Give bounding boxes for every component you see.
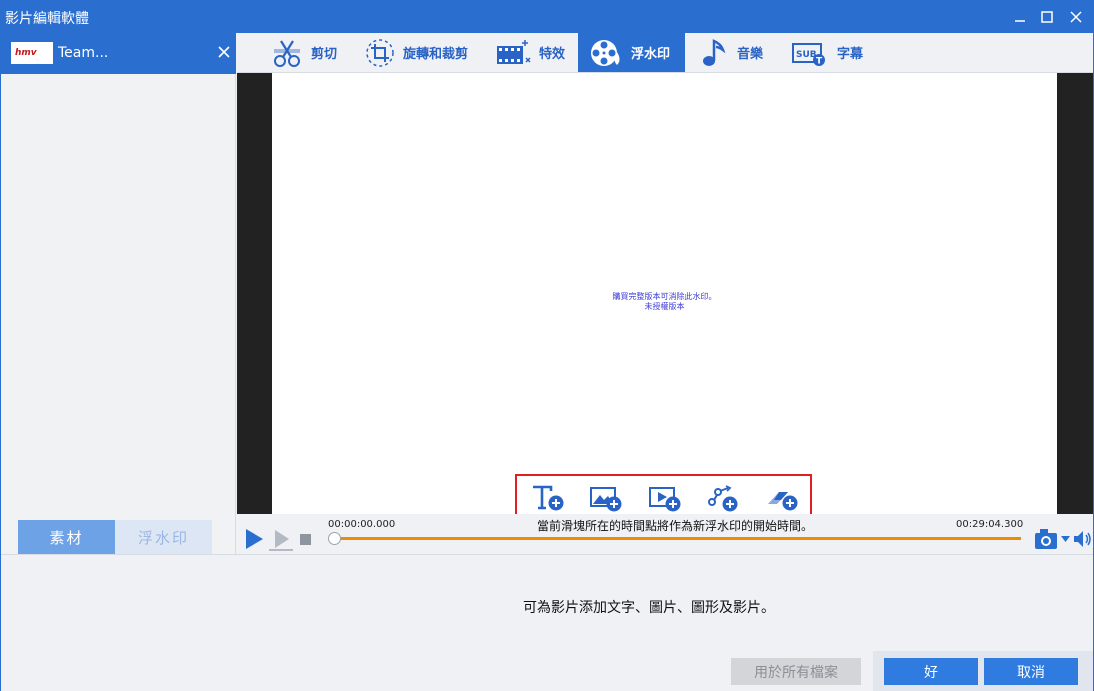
ok-button[interactable]: 好 bbox=[884, 658, 978, 685]
add-shape-icon bbox=[708, 485, 738, 512]
tab-materials[interactable]: 素材 bbox=[18, 520, 115, 554]
tab-subtitle-label: 字幕 bbox=[837, 47, 864, 62]
tab-effects-label: 特效 bbox=[539, 47, 566, 62]
window-title: 影片編輯軟體 bbox=[5, 11, 89, 27]
file-name: Team... bbox=[58, 45, 109, 61]
add-text-button[interactable] bbox=[531, 484, 565, 512]
erase-watermark-button[interactable] bbox=[765, 484, 799, 512]
file-tab[interactable]: hmv Team... bbox=[1, 33, 236, 74]
tab-rotate-crop-label: 旋轉和裁剪 bbox=[403, 47, 469, 62]
trial-watermark: 購買完整版本可消除此水印。 未授權版本 bbox=[272, 292, 1057, 312]
crop-icon bbox=[366, 38, 394, 67]
eraser-icon bbox=[768, 492, 798, 511]
remove-file-icon[interactable] bbox=[217, 45, 231, 59]
add-video-icon bbox=[649, 487, 681, 512]
tab-cut[interactable]: 剪切 bbox=[271, 33, 337, 72]
film-effects-icon bbox=[497, 39, 531, 64]
tab-rotate-crop[interactable]: 旋轉和裁剪 bbox=[365, 33, 468, 72]
close-icon bbox=[1070, 11, 1082, 23]
play-segment-icon[interactable] bbox=[269, 529, 293, 551]
video-frame: 購買完整版本可消除此水印。 未授權版本 bbox=[272, 73, 1057, 514]
tab-effects[interactable]: 特效 bbox=[495, 33, 565, 72]
tab-subtitle[interactable]: SUB T 字幕 bbox=[791, 33, 863, 72]
file-panel: hmv Team... 素材 浮水印 bbox=[1, 33, 236, 554]
title-bar: 影片編輯軟體 bbox=[1, 1, 1093, 33]
tab-music-label: 音樂 bbox=[737, 47, 764, 62]
stop-icon[interactable] bbox=[300, 534, 311, 545]
subtitle-icon: SUB T bbox=[792, 42, 825, 66]
tab-music[interactable]: 音樂 bbox=[699, 33, 763, 72]
minimize-button[interactable] bbox=[1007, 5, 1033, 29]
cancel-button[interactable]: 取消 bbox=[984, 658, 1078, 685]
player-bar: 00:00:00.000 當前滑塊所在的時間點將作為新浮水印的開始時間。 00:… bbox=[237, 514, 1093, 554]
film-reel-icon bbox=[591, 39, 620, 66]
maximize-button[interactable] bbox=[1034, 5, 1060, 29]
tab-watermark-list[interactable]: 浮水印 bbox=[115, 520, 212, 554]
app-window: 影片編輯軟體 hmv Team... 素材 浮水印 剪切 旋轉和裁剪 特效 浮水… bbox=[0, 0, 1094, 691]
timeline-track[interactable] bbox=[333, 537, 1021, 540]
volume-icon[interactable] bbox=[1073, 529, 1093, 549]
tab-watermark[interactable]: 浮水印 bbox=[578, 33, 685, 72]
maximize-icon bbox=[1041, 11, 1053, 23]
add-shape-button[interactable] bbox=[706, 484, 740, 512]
add-image-icon bbox=[590, 487, 622, 512]
close-button[interactable] bbox=[1063, 5, 1089, 29]
watermark-description: 可為影片添加文字、圖片、圖形及影片。 bbox=[523, 600, 775, 616]
edit-toolbar: 剪切 旋轉和裁剪 特效 浮水印 音樂 SUB T 字幕 bbox=[237, 33, 1093, 73]
file-thumbnail: hmv bbox=[11, 42, 53, 64]
video-preview: 購買完整版本可消除此水印。 未授權版本 bbox=[237, 73, 1093, 514]
timeline-hint: 當前滑塊所在的時間點將作為新浮水印的開始時間。 bbox=[537, 519, 814, 533]
camera-dropdown-icon[interactable] bbox=[1061, 536, 1070, 543]
svg-text:T: T bbox=[816, 56, 823, 66]
play-icon[interactable] bbox=[244, 528, 264, 550]
apply-all-button[interactable]: 用於所有檔案 bbox=[731, 658, 861, 685]
trial-watermark-line1: 購買完整版本可消除此水印。 bbox=[612, 292, 717, 301]
music-note-icon bbox=[703, 38, 726, 66]
minimize-icon bbox=[1015, 20, 1025, 22]
timeline-slider-handle[interactable] bbox=[328, 532, 341, 545]
scissors-icon bbox=[274, 39, 300, 67]
watermark-add-toolbar bbox=[515, 474, 812, 517]
trial-watermark-line2: 未授權版本 bbox=[644, 302, 685, 311]
tab-watermark-label: 浮水印 bbox=[631, 47, 671, 62]
camera-icon[interactable] bbox=[1034, 528, 1058, 550]
add-text-icon bbox=[533, 485, 564, 511]
current-time: 00:00:00.000 bbox=[328, 519, 396, 530]
total-time: 00:29:04.300 bbox=[956, 519, 1024, 530]
tab-cut-label: 剪切 bbox=[311, 47, 338, 62]
add-video-button[interactable] bbox=[648, 484, 682, 512]
add-image-button[interactable] bbox=[589, 484, 623, 512]
